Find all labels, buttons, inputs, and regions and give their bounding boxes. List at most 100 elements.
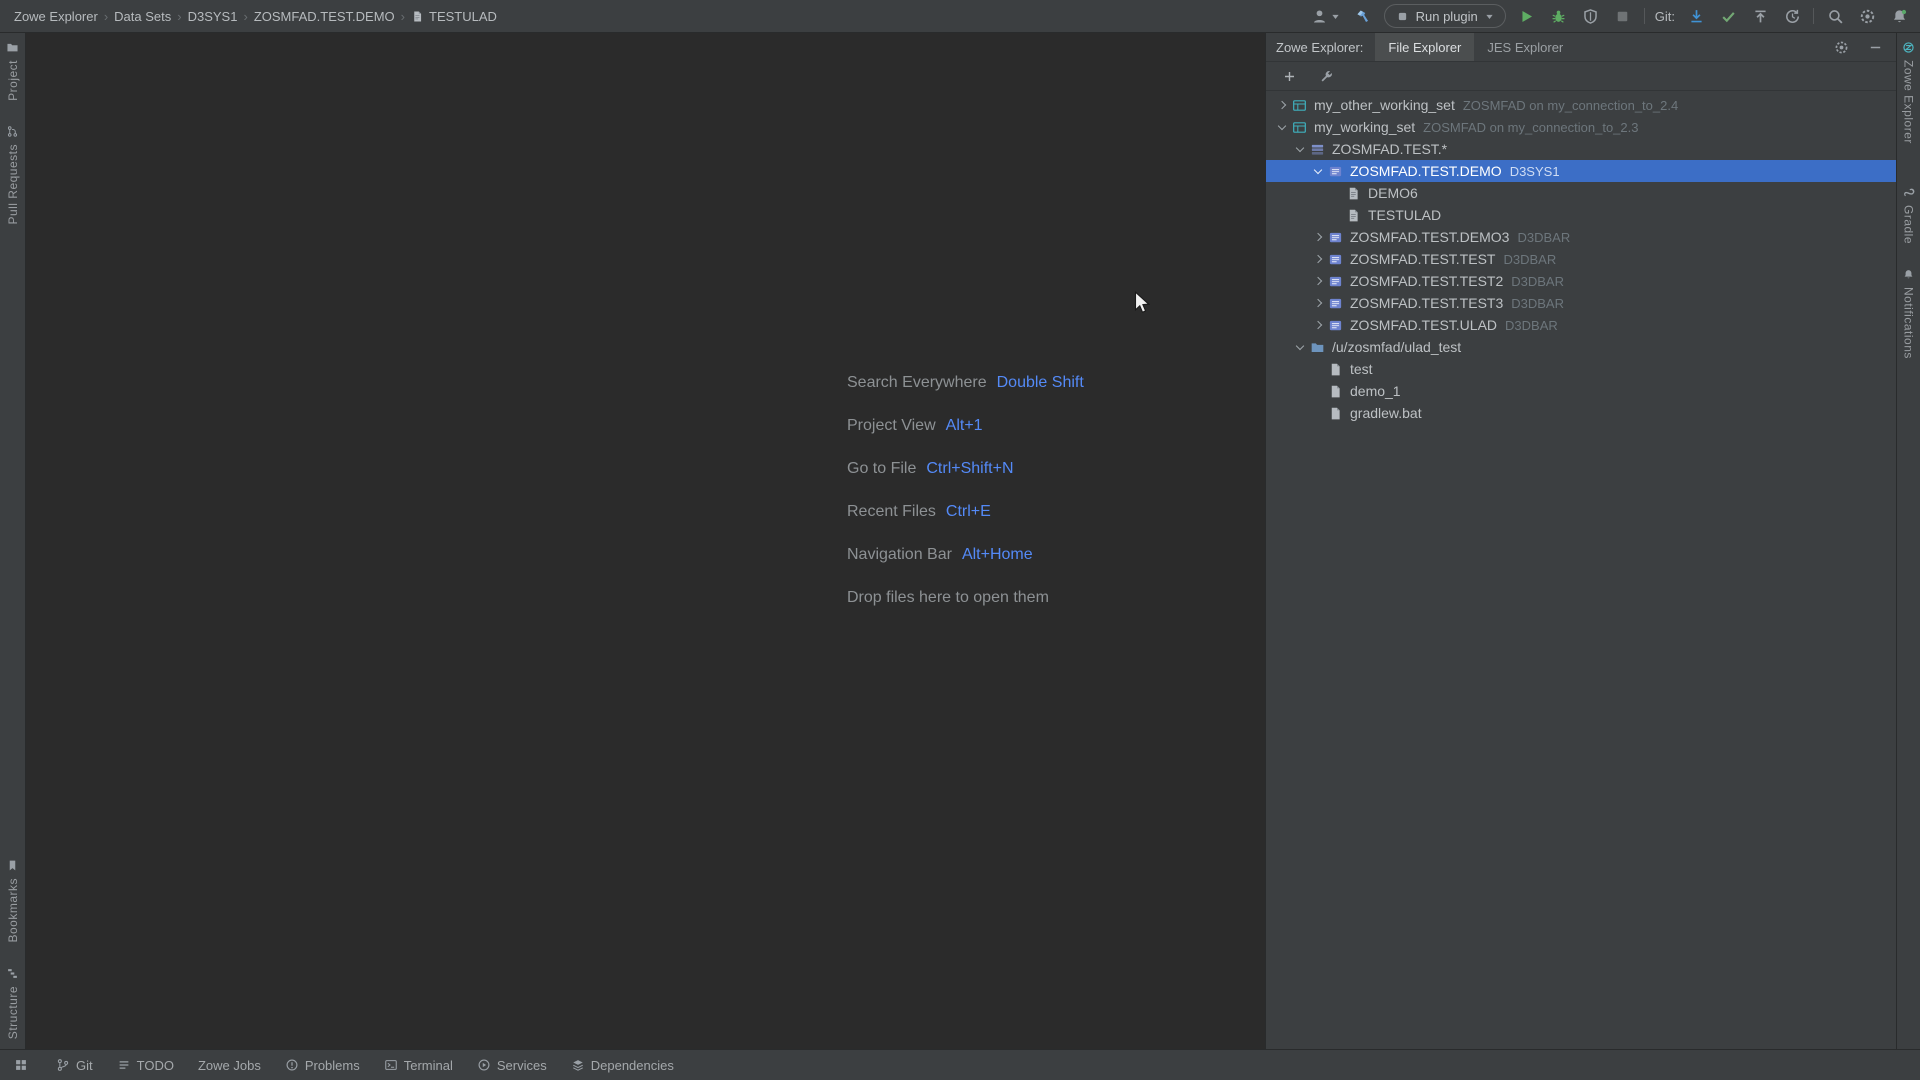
build-button[interactable] (1352, 5, 1374, 27)
update-project-button[interactable] (1685, 5, 1707, 27)
play-icon (1518, 8, 1535, 25)
tree-node-my-working-set[interactable]: my_working_setZOSMFAD on my_connection_t… (1266, 116, 1896, 138)
hide-icon (1868, 40, 1883, 55)
coverage-icon (1582, 8, 1599, 25)
wrench-icon (1319, 69, 1334, 84)
tree-node--u-zosmfad-ulad-test[interactable]: /u/zosmfad/ulad_test (1266, 336, 1896, 358)
status-bar-widget-terminal[interactable]: Terminal (384, 1058, 453, 1073)
problems-icon (285, 1058, 299, 1072)
tree-chevron-collapsed-icon[interactable] (1310, 317, 1327, 334)
tree-node-label: gradlew.bat (1350, 405, 1422, 421)
tree-node-demo6[interactable]: DEMO6 (1266, 182, 1896, 204)
tree-chevron-expanded-icon[interactable] (1292, 339, 1309, 356)
coverage-button[interactable] (1580, 5, 1602, 27)
tool-stripe-pull-requests[interactable]: Pull Requests (6, 125, 20, 225)
search-everywhere-button[interactable] (1824, 5, 1846, 27)
tree-node-label: my_other_working_set (1314, 97, 1455, 113)
tree-node-testulad[interactable]: TESTULAD (1266, 204, 1896, 226)
hide-tool-window-button[interactable] (1864, 36, 1886, 58)
breadcrumb-item-zosmfad-test-demo[interactable]: ZOSMFAD.TEST.DEMO (250, 7, 399, 26)
right-stripe-top-group: Zowe Explorer (1902, 33, 1916, 144)
folder-icon (1309, 339, 1326, 356)
tree-node-zosmfad-test-test3[interactable]: ZOSMFAD.TEST.TEST3D3DBAR (1266, 292, 1896, 314)
tree-node-label: ZOSMFAD.TEST.TEST3 (1350, 295, 1503, 311)
status-bar-widget-dependencies[interactable]: Dependencies (571, 1058, 674, 1073)
tree-chevron-collapsed-icon[interactable] (1310, 273, 1327, 290)
tree-node-zosmfad-test-ulad[interactable]: ZOSMFAD.TEST.ULADD3DBAR (1266, 314, 1896, 336)
todo-icon (117, 1058, 131, 1072)
tree-node-test[interactable]: test (1266, 358, 1896, 380)
tree-node-my-other-working-set[interactable]: my_other_working_setZOSMFAD on my_connec… (1266, 94, 1896, 116)
settings-button[interactable] (1856, 5, 1878, 27)
toolbar-separator (1644, 8, 1645, 24)
push-button[interactable] (1749, 5, 1771, 27)
shortcut-hint: Project ViewAlt+1 (847, 414, 1084, 438)
tree-node-zosmfad-test-[interactable]: ZOSMFAD.TEST.* (1266, 138, 1896, 160)
status-bar-widget-git[interactable]: Git (56, 1058, 93, 1073)
tool-window-title: Zowe Explorer: (1276, 40, 1363, 55)
status-bar-widget-todo[interactable]: TODO (117, 1058, 174, 1073)
status-bar-widget-label: Zowe Jobs (198, 1058, 261, 1073)
tool-window-header: Zowe Explorer: File ExplorerJES Explorer (1266, 33, 1896, 62)
right-stripe-second-group: Gradle Notifications (1902, 178, 1916, 359)
tool-stripe-gradle[interactable]: Gradle (1902, 186, 1916, 244)
working-set-icon (1291, 97, 1308, 114)
breadcrumb-separator: › (177, 9, 181, 24)
tree-node-zosmfad-test-demo[interactable]: ZOSMFAD.TEST.DEMOD3SYS1 (1266, 160, 1896, 182)
tree-node-zosmfad-test-demo3[interactable]: ZOSMFAD.TEST.DEMO3D3DBAR (1266, 226, 1896, 248)
tree-chevron-collapsed-icon[interactable] (1274, 97, 1291, 114)
tool-window-switcher-button[interactable] (10, 1054, 32, 1076)
profile-button[interactable] (1309, 5, 1342, 27)
notifications-button[interactable] (1888, 5, 1910, 27)
dataset-icon (1327, 229, 1344, 246)
status-bar-widget-problems[interactable]: Problems (285, 1058, 360, 1073)
tab-file-explorer[interactable]: File Explorer (1375, 33, 1474, 61)
shortcut-key-combo: Alt+1 (946, 417, 983, 435)
tab-jes-explorer[interactable]: JES Explorer (1474, 33, 1576, 61)
tool-stripe-zowe-explorer[interactable]: Zowe Explorer (1902, 41, 1916, 144)
tree-chevron-collapsed-icon[interactable] (1310, 251, 1327, 268)
tool-stripe-label: Gradle (1902, 205, 1916, 244)
tree-chevron-expanded-icon[interactable] (1292, 141, 1309, 158)
breadcrumb-item-data-sets[interactable]: Data Sets (110, 7, 175, 26)
commit-button[interactable] (1717, 5, 1739, 27)
tool-stripe-notifications[interactable]: Notifications (1902, 268, 1916, 359)
tree-chevron-collapsed-icon[interactable] (1310, 229, 1327, 246)
dropdown-icon (1331, 12, 1340, 21)
tool-stripe-bookmarks[interactable]: Bookmarks (6, 859, 20, 943)
tree-chevron-expanded-icon[interactable] (1274, 119, 1291, 136)
tree-node-zosmfad-test-test[interactable]: ZOSMFAD.TEST.TESTD3DBAR (1266, 248, 1896, 270)
edit-working-sets-button[interactable] (1315, 65, 1337, 87)
breadcrumb-item-zowe-explorer[interactable]: Zowe Explorer (10, 7, 102, 26)
notifications-bell-icon (1891, 8, 1908, 25)
run-button[interactable] (1516, 5, 1538, 27)
tree-node-zosmfad-test-test2[interactable]: ZOSMFAD.TEST.TEST2D3DBAR (1266, 270, 1896, 292)
dataset-tree: my_other_working_setZOSMFAD on my_connec… (1266, 91, 1896, 1049)
breadcrumb-item-d3sys1[interactable]: D3SYS1 (184, 7, 242, 26)
tool-stripe-label: Pull Requests (6, 144, 20, 225)
tree-node-label: ZOSMFAD.TEST.TEST (1350, 251, 1495, 267)
tool-stripe-structure[interactable]: Structure (6, 967, 20, 1039)
status-bar-widget-zowe-jobs[interactable]: Zowe Jobs (198, 1058, 261, 1073)
tree-node-label: test (1350, 361, 1373, 377)
debug-button[interactable] (1548, 5, 1570, 27)
tree-node-demo-1[interactable]: demo_1 (1266, 380, 1896, 402)
breadcrumb-item-label: ZOSMFAD.TEST.DEMO (254, 9, 395, 24)
stop-button[interactable] (1612, 5, 1634, 27)
tree-node-label: ZOSMFAD.TEST.DEMO3 (1350, 229, 1509, 245)
history-button[interactable] (1781, 5, 1803, 27)
dataset-icon (1327, 251, 1344, 268)
member-icon (1345, 207, 1362, 224)
status-bar-widget-label: Git (76, 1058, 93, 1073)
tree-chevron-expanded-icon[interactable] (1310, 163, 1327, 180)
tree-chevron-collapsed-icon[interactable] (1310, 295, 1327, 312)
status-bar-widget-services[interactable]: Services (477, 1058, 547, 1073)
tree-node-suffix: D3DBAR (1511, 274, 1564, 289)
add-connection-button[interactable] (1278, 65, 1300, 87)
breadcrumb-item-testulad[interactable]: TESTULAD (407, 7, 501, 26)
shortcut-hint: Search EverywhereDouble Shift (847, 371, 1084, 395)
run-configuration-selector[interactable]: Run plugin (1384, 4, 1506, 28)
tool-window-options-button[interactable] (1830, 36, 1852, 58)
tree-node-gradlew-bat[interactable]: gradlew.bat (1266, 402, 1896, 424)
tool-stripe-project[interactable]: Project (6, 41, 20, 101)
